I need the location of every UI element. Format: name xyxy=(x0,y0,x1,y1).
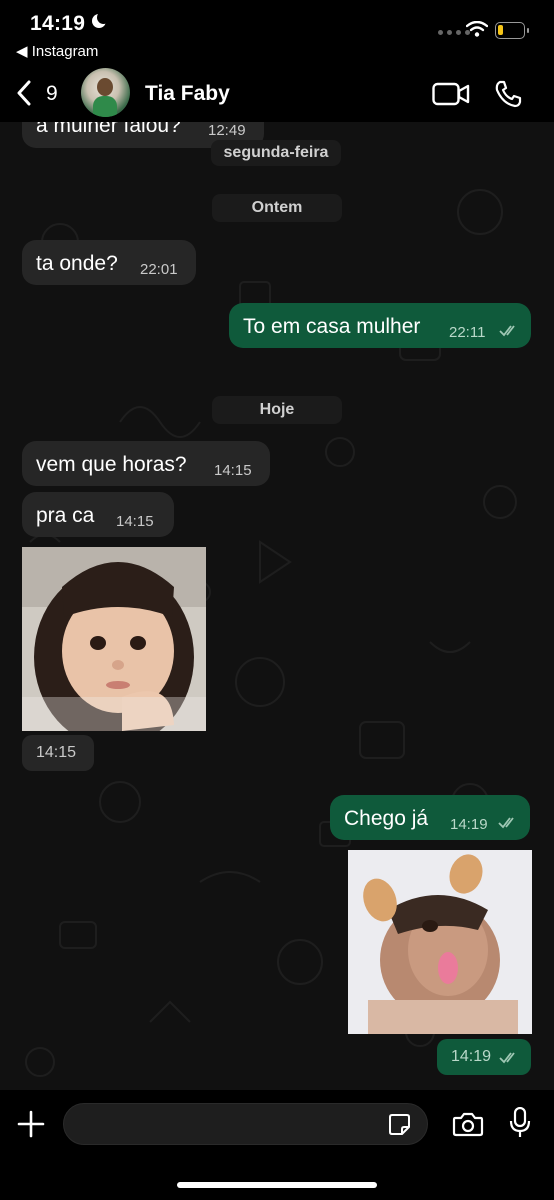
sticker-icon[interactable] xyxy=(388,1113,411,1136)
message-time: 14:15 xyxy=(116,513,154,530)
message-bubble[interactable]: To em casa mulher 22:11 xyxy=(229,303,531,348)
contact-name[interactable]: Tia Faby xyxy=(145,82,230,106)
date-separator: Hoje xyxy=(212,396,342,424)
message-time: 14:19 xyxy=(450,816,488,833)
moon-icon xyxy=(92,11,110,28)
message-bubble[interactable]: Chego já 14:19 xyxy=(330,795,530,840)
double-check-icon xyxy=(498,817,514,829)
photo-message[interactable] xyxy=(22,547,206,731)
message-text: To em casa mulher xyxy=(243,315,421,338)
message-text: Chego já xyxy=(344,807,429,830)
message-time: 12:49 xyxy=(208,122,246,139)
video-call-icon[interactable] xyxy=(432,82,470,106)
dog-filter-photo-image xyxy=(348,850,532,1034)
photo-message[interactable] xyxy=(348,850,532,1034)
phone-icon[interactable] xyxy=(494,80,522,108)
unread-count[interactable]: 9 xyxy=(46,82,58,106)
double-check-icon xyxy=(499,1052,515,1064)
message-time: 14:19 xyxy=(451,1048,492,1065)
message-text: ta onde? xyxy=(36,252,118,275)
camera-icon[interactable] xyxy=(452,1111,484,1137)
chat-header: 9 Tia Faby xyxy=(0,62,554,122)
wifi-icon xyxy=(466,21,488,37)
home-indicator xyxy=(177,1182,377,1188)
message-text: pra ca xyxy=(36,504,95,527)
message-time: 14:15 xyxy=(214,462,252,479)
contact-avatar[interactable] xyxy=(81,68,130,117)
message-time: 22:11 xyxy=(449,324,486,341)
message-bubble[interactable]: pra ca 14:15 xyxy=(22,492,174,537)
message-input-bar xyxy=(0,1090,554,1200)
photo-time-bubble: 14:15 xyxy=(22,735,94,771)
date-separator: Ontem xyxy=(212,194,342,222)
message-text: a mulher falou? xyxy=(36,122,181,137)
chat-area[interactable]: a mulher falou? 12:49 segunda-feira Onte… xyxy=(0,122,554,1090)
back-arrow-icon[interactable] xyxy=(14,80,36,106)
status-time: 14:19 xyxy=(30,12,86,35)
date-separator: segunda-feira xyxy=(211,140,341,166)
message-time: 22:01 xyxy=(140,261,178,278)
status-bar: 14:19 ◀ Instagram xyxy=(0,0,554,62)
message-time: 14:15 xyxy=(36,744,77,761)
back-to-instagram-link[interactable]: ◀ Instagram xyxy=(16,42,98,60)
message-bubble[interactable]: ta onde? 22:01 xyxy=(22,240,196,285)
plus-icon[interactable] xyxy=(17,1110,45,1138)
message-bubble[interactable]: vem que horas? 14:15 xyxy=(22,441,270,486)
message-input[interactable] xyxy=(63,1103,428,1145)
photo-time-bubble: 14:19 xyxy=(437,1039,531,1075)
message-text: vem que horas? xyxy=(36,453,187,476)
battery-icon xyxy=(495,22,529,39)
microphone-icon[interactable] xyxy=(509,1107,531,1139)
girl-photo-image xyxy=(22,547,206,731)
double-check-icon xyxy=(499,325,515,337)
